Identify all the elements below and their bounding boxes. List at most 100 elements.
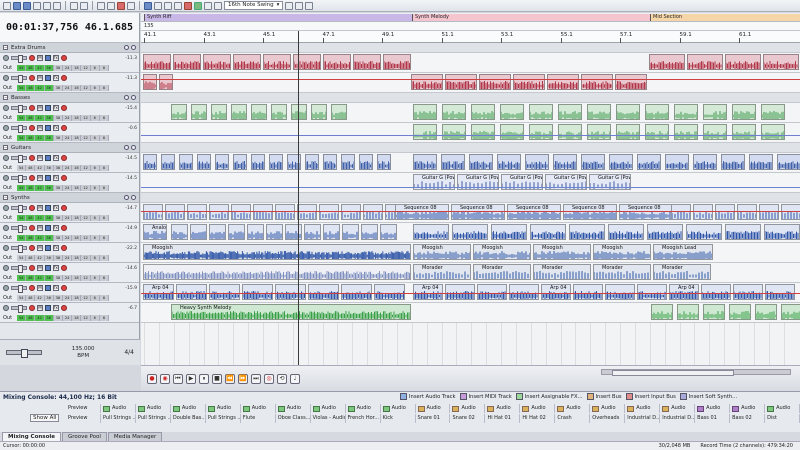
solo-button[interactable] xyxy=(45,105,51,111)
audio-clip[interactable] xyxy=(331,104,347,120)
group-solo-icon[interactable] xyxy=(131,145,136,150)
audio-clip[interactable] xyxy=(749,154,773,170)
pan-knob-icon[interactable] xyxy=(3,305,9,311)
volume-slider[interactable] xyxy=(11,285,27,293)
group-mute-icon[interactable] xyxy=(124,145,129,150)
input-monitor-icon[interactable] xyxy=(61,125,67,131)
scissors-icon[interactable] xyxy=(184,1,192,10)
audio-clip[interactable]: Analog xyxy=(143,224,167,240)
clip-lanes[interactable]: Guitar G (Power ChorGuitar G (Power Chor… xyxy=(141,43,800,365)
time-ruler[interactable]: 41.1 43.1 45.1 47.1 49.1 51.1 53.1 55.1 57.1 59.1… xyxy=(141,31,800,43)
mute-button[interactable]: M xyxy=(37,125,43,131)
section-marker[interactable]: Synth Melody xyxy=(412,14,650,21)
audio-clip[interactable] xyxy=(251,104,267,120)
audio-clip[interactable] xyxy=(608,224,644,240)
audio-clip[interactable]: Moogish Lead xyxy=(653,244,713,260)
undo-icon[interactable] xyxy=(70,1,78,10)
audio-clip[interactable]: Sequence 08 xyxy=(563,204,617,220)
volume-slider[interactable] xyxy=(11,125,27,133)
audio-clip[interactable] xyxy=(703,124,727,140)
audio-clip[interactable] xyxy=(143,154,157,170)
track-group-header[interactable]: − Guitars xyxy=(0,143,139,153)
input-monitor-icon[interactable] xyxy=(61,265,67,271)
audio-clip[interactable] xyxy=(649,54,685,70)
record-arm-icon[interactable] xyxy=(29,125,35,131)
audio-clip[interactable] xyxy=(500,104,524,120)
audio-clip[interactable]: Moogish xyxy=(593,244,651,260)
audio-clip[interactable] xyxy=(547,74,579,90)
pan-knob-icon[interactable] xyxy=(3,105,9,111)
solo-button[interactable] xyxy=(45,125,51,131)
audio-clip[interactable] xyxy=(143,204,163,220)
audio-clip[interactable] xyxy=(341,154,355,170)
record-arm-icon[interactable] xyxy=(29,175,35,181)
stop-icon[interactable]: ■ xyxy=(212,373,222,384)
audio-clip[interactable] xyxy=(500,124,524,140)
channel-name[interactable]: Industrial D... xyxy=(660,414,696,423)
rewind-icon[interactable]: ⏮ xyxy=(173,373,183,384)
playhead[interactable] xyxy=(298,31,299,365)
audio-clip[interactable] xyxy=(687,54,723,70)
track-lane[interactable] xyxy=(141,123,800,143)
audio-clip[interactable]: Moogish xyxy=(473,244,531,260)
audio-clip[interactable] xyxy=(761,124,785,140)
audio-clip[interactable] xyxy=(693,204,713,220)
fx-button[interactable]: fx xyxy=(53,305,59,311)
input-monitor-icon[interactable] xyxy=(61,205,67,211)
fx-button[interactable]: fx xyxy=(53,105,59,111)
track-lane[interactable] xyxy=(141,103,800,123)
track-lane[interactable]: Moogish Moogish Moogish Moogish Moogish Moogi… xyxy=(141,243,800,263)
audio-clip[interactable] xyxy=(701,284,731,300)
audio-clip[interactable] xyxy=(729,304,751,320)
master-volume-slider[interactable] xyxy=(6,349,42,358)
track-lane[interactable]: Analog xyxy=(141,223,800,243)
audio-clip[interactable] xyxy=(715,204,735,220)
track-strip[interactable]: Mfx -0.6 Out 54 48 42 36 30 24 18 12 6 0 xyxy=(0,123,139,143)
audio-clip[interactable] xyxy=(377,154,391,170)
fx-button[interactable]: fx xyxy=(53,265,59,271)
play-icon[interactable]: ▶ xyxy=(186,373,196,384)
audio-clip[interactable] xyxy=(341,204,361,220)
audio-clip[interactable] xyxy=(725,224,761,240)
audio-clip[interactable] xyxy=(323,154,337,170)
audio-clip[interactable] xyxy=(342,224,359,240)
volume-slider[interactable] xyxy=(11,75,27,83)
pan-knob-icon[interactable] xyxy=(3,125,9,131)
record-icon[interactable]: ● xyxy=(147,373,157,384)
track-lane[interactable]: Guitar G (Power ChorGuitar G (Power Chor… xyxy=(141,173,800,193)
audio-clip[interactable] xyxy=(471,104,495,120)
save-icon[interactable] xyxy=(23,1,31,10)
channel-type[interactable]: Audio xyxy=(416,404,451,413)
audio-clip[interactable]: Arp 04 xyxy=(669,284,699,300)
swing-dropdown[interactable]: 16th Note Swing ▾ xyxy=(224,1,284,10)
fx-button[interactable]: fx xyxy=(53,285,59,291)
track-lane[interactable]: Morader Morader Morader Morader Morader xyxy=(141,263,800,283)
audio-clip[interactable] xyxy=(581,74,613,90)
channel-type[interactable]: Audio xyxy=(695,404,731,413)
channel-name[interactable]: Violas - Audio xyxy=(311,414,346,423)
channel-name[interactable]: Industrial D... xyxy=(625,414,661,423)
group-solo-icon[interactable] xyxy=(131,195,136,200)
audio-clip[interactable] xyxy=(721,154,745,170)
pan-knob-icon[interactable] xyxy=(3,285,9,291)
pan-knob-icon[interactable] xyxy=(3,175,9,181)
mute-button[interactable]: M xyxy=(37,155,43,161)
collapse-toggle-icon[interactable]: − xyxy=(3,145,8,150)
audio-clip[interactable] xyxy=(341,284,372,300)
audio-clip[interactable] xyxy=(269,154,283,170)
channel-type[interactable]: Audio xyxy=(730,404,766,413)
audio-clip[interactable] xyxy=(615,74,647,90)
record-arm-icon[interactable] xyxy=(29,285,35,291)
audio-clip[interactable] xyxy=(525,154,549,170)
audio-clip[interactable] xyxy=(215,154,229,170)
solo-button[interactable] xyxy=(45,265,51,271)
collapse-toggle-icon[interactable]: − xyxy=(3,195,8,200)
audio-clip[interactable] xyxy=(361,224,378,240)
solo-button[interactable] xyxy=(45,55,51,61)
punch-icon[interactable]: ◎ xyxy=(264,373,274,384)
audio-clip[interactable]: Arp 04 xyxy=(143,284,174,300)
track-group-header[interactable]: − Basses xyxy=(0,93,139,103)
audio-clip[interactable] xyxy=(587,104,611,120)
input-monitor-icon[interactable] xyxy=(61,75,67,81)
audio-clip[interactable] xyxy=(469,154,493,170)
